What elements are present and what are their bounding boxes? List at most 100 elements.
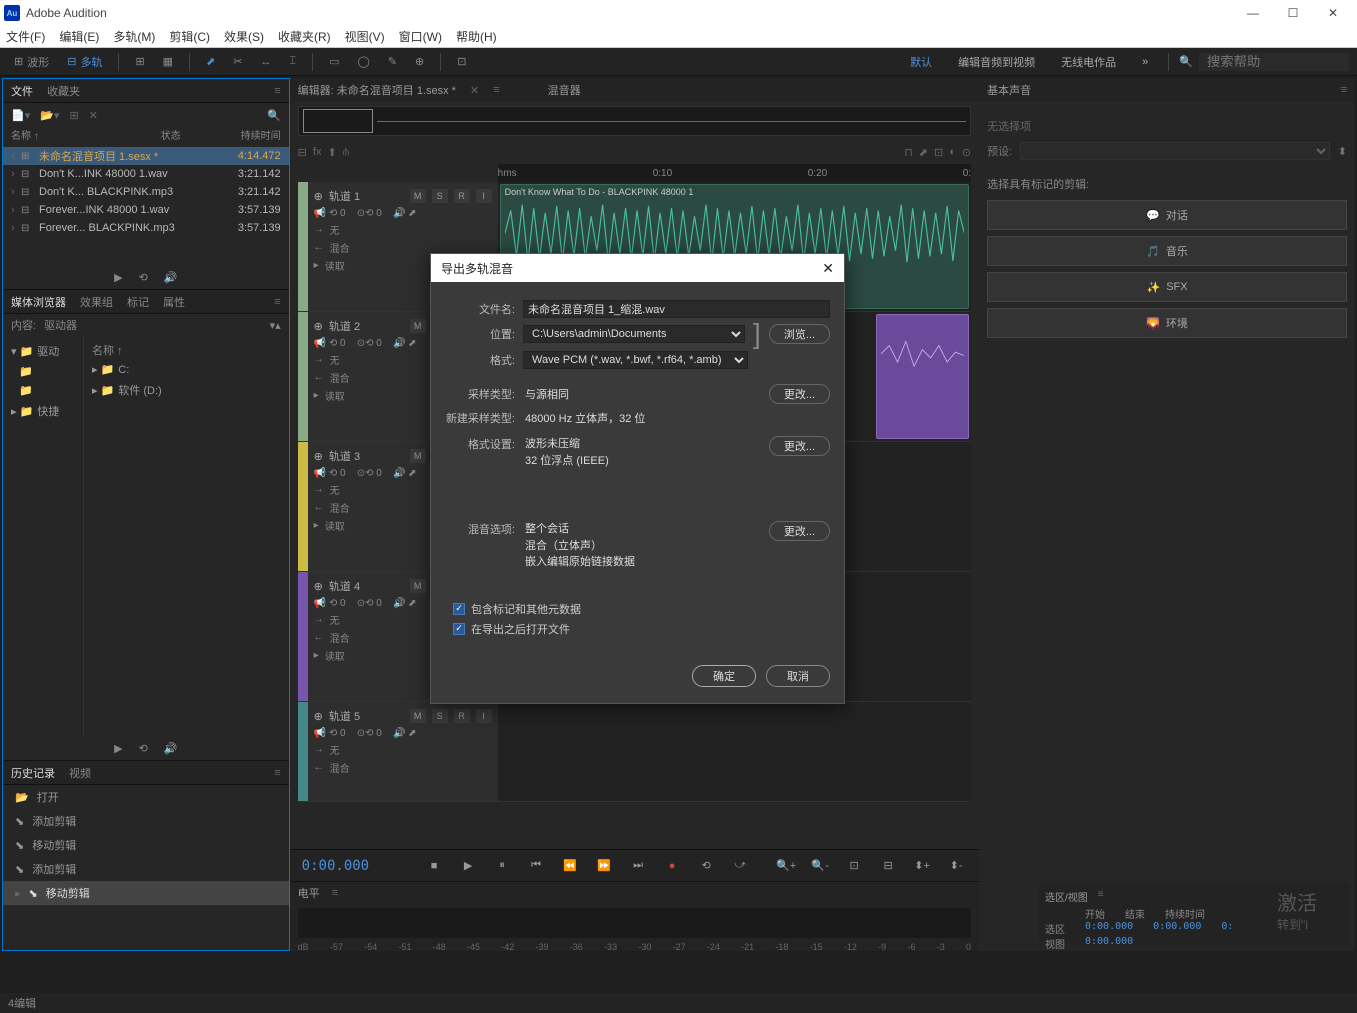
mute-button[interactable]: M [410,319,426,333]
zoom-fit-icon[interactable]: ⊡ [843,855,865,877]
import-icon[interactable]: ⊞ [69,109,78,122]
solo-button[interactable]: S [432,709,448,723]
close-tab-icon[interactable]: ✕ [470,84,479,97]
level-meter[interactable] [298,908,971,938]
tree-item[interactable]: ▸ 📁 快捷 [7,400,79,422]
tool-icon[interactable]: ⊙ [962,146,971,159]
history-item[interactable]: ▸⬊移动剪辑 [3,881,289,905]
file-row[interactable]: ›⊟ Forever... BLACKPINK.mp3 3:57.139 [3,219,289,237]
input-button[interactable]: I [476,709,492,723]
history-item[interactable]: ⬊添加剪辑 [3,809,289,833]
menu-clip[interactable]: 剪辑(C) [169,28,210,45]
workspace-more[interactable]: » [1132,56,1158,68]
snap-icon[interactable]: ⊓ [904,146,913,159]
file-row[interactable]: ›⊟ Don't K... BLACKPINK.mp3 3:21.142 [3,183,289,201]
record-button[interactable]: R [454,189,470,203]
ambience-button[interactable]: 🌄 环境 [987,308,1347,338]
tab-menu-icon[interactable]: ≡ [493,84,499,96]
eq-icon[interactable]: ⫛ [343,146,350,159]
panel-menu-icon[interactable]: ≡ [274,767,280,779]
preset-menu-icon[interactable]: ⬍ [1338,145,1347,158]
tool-icon[interactable]: ◐ [949,146,956,158]
record-button[interactable]: ● [661,855,683,877]
fx-toggle-icon[interactable]: ⊟ [298,146,307,159]
cancel-button[interactable]: 取消 [766,665,830,687]
include-markers-checkbox[interactable]: ✓ [453,603,465,615]
tab-selection-view[interactable]: 选区/视图 [1045,889,1088,904]
menu-window[interactable]: 窗口(W) [399,28,442,45]
panel-menu-icon[interactable]: ≡ [1098,889,1104,904]
tab-history[interactable]: 历史记录 [11,765,55,781]
move-tool[interactable]: ⬈ [200,53,221,70]
zoom-out-vert-icon[interactable]: ⬍- [945,855,967,877]
tab-essential-sound[interactable]: 基本声音 [987,82,1031,98]
loop-button[interactable]: ⟲ [695,855,717,877]
list-header[interactable]: 名称 ↑ [88,340,285,360]
location-select[interactable]: C:\Users\admin\Documents [523,325,745,343]
dialog-titlebar[interactable]: 导出多轨混音 ✕ [431,254,844,282]
timeline-overview[interactable] [298,106,971,136]
history-item[interactable]: ⬊添加剪辑 [3,857,289,881]
spot-heal-tool[interactable]: ⊕ [409,53,430,70]
search-input[interactable] [1199,53,1349,71]
tab-markers[interactable]: 标记 [127,294,149,310]
column-name[interactable]: 名称 ↑ [11,127,161,147]
play-icon[interactable]: ▶ [114,742,122,755]
history-item[interactable]: 📂打开 [3,785,289,809]
browse-button[interactable]: 浏览... [769,324,830,344]
mute-button[interactable]: M [410,709,426,723]
new-file-icon[interactable]: 📄▾ [11,109,30,122]
tree-item[interactable]: 📁 [7,362,79,381]
pause-button[interactable]: ⏸ [491,855,513,877]
mute-button[interactable]: M [410,449,426,463]
panel-menu-icon[interactable]: ≡ [1341,84,1347,96]
tool-icon[interactable]: ⊡ [934,146,943,159]
dialog-button[interactable]: 💬 对话 [987,200,1347,230]
open-after-checkbox[interactable]: ✓ [453,623,465,635]
menu-favorites[interactable]: 收藏夹(R) [278,28,331,45]
tool-icon[interactable]: ▦ [157,53,179,70]
menu-help[interactable]: 帮助(H) [456,28,497,45]
lasso-tool[interactable]: ◯ [352,53,376,70]
input-button[interactable]: I [476,189,492,203]
menu-effects[interactable]: 效果(S) [224,28,264,45]
forward-button[interactable]: ⏩ [593,855,615,877]
driver-label[interactable]: 驱动器 [44,317,77,333]
tree-item[interactable]: ▾ 📁 驱动 [7,340,79,362]
preset-select[interactable] [1020,142,1330,160]
workspace-radio[interactable]: 无线电作品 [1051,54,1126,70]
workspace-default[interactable]: 默认 [900,54,942,70]
skip-forward-button[interactable]: ⏭ [627,855,649,877]
menu-multitrack[interactable]: 多轨(M) [113,28,155,45]
tab-editor[interactable]: 编辑器: 未命名混音项目 1.sesx * [298,82,456,98]
file-row[interactable]: ›⊟ Don't K...INK 48000 1.wav 3:21.142 [3,165,289,183]
multitrack-view-button[interactable]: ⊟ 多轨 [61,52,108,72]
menu-edit[interactable]: 编辑(E) [59,28,99,45]
tab-effects-rack[interactable]: 效果组 [80,294,113,310]
file-row[interactable]: ›⊟ Forever...INK 48000 1.wav 3:57.139 [3,201,289,219]
record-button[interactable]: R [454,709,470,723]
format-select[interactable]: Wave PCM (*.wav, *.bwf, *.rf64, *.amb) [523,351,748,369]
fx-icon[interactable]: fx [313,146,322,158]
column-status[interactable]: 状态 [161,127,221,147]
change-mix-button[interactable]: 更改... [769,521,830,541]
column-duration[interactable]: 持续时间 [221,127,281,147]
sends-icon[interactable]: ⬆ [327,146,336,159]
loop-icon[interactable]: ⟲ [139,742,148,755]
slip-tool[interactable]: ↔ [255,54,278,70]
search-files-icon[interactable]: 🔍 [267,109,281,122]
skip-selection-button[interactable]: ⤻ [729,855,751,877]
rewind-button[interactable]: ⏪ [559,855,581,877]
ok-button[interactable]: 确定 [692,665,756,687]
stop-button[interactable]: ■ [423,855,445,877]
tab-video[interactable]: 视频 [69,765,91,781]
close-icon[interactable]: ✕ [822,260,834,277]
filename-input[interactable] [523,300,830,318]
zoom-selection-icon[interactable]: ⊟ [877,855,899,877]
music-button[interactable]: 🎵 音乐 [987,236,1347,266]
razor-tool[interactable]: ✂ [227,53,248,70]
change-format-button[interactable]: 更改... [769,436,830,456]
skip-back-button[interactable]: ⏮ [525,855,547,877]
zoom-in-vert-icon[interactable]: ⬍+ [911,855,933,877]
mute-button[interactable]: M [410,189,426,203]
